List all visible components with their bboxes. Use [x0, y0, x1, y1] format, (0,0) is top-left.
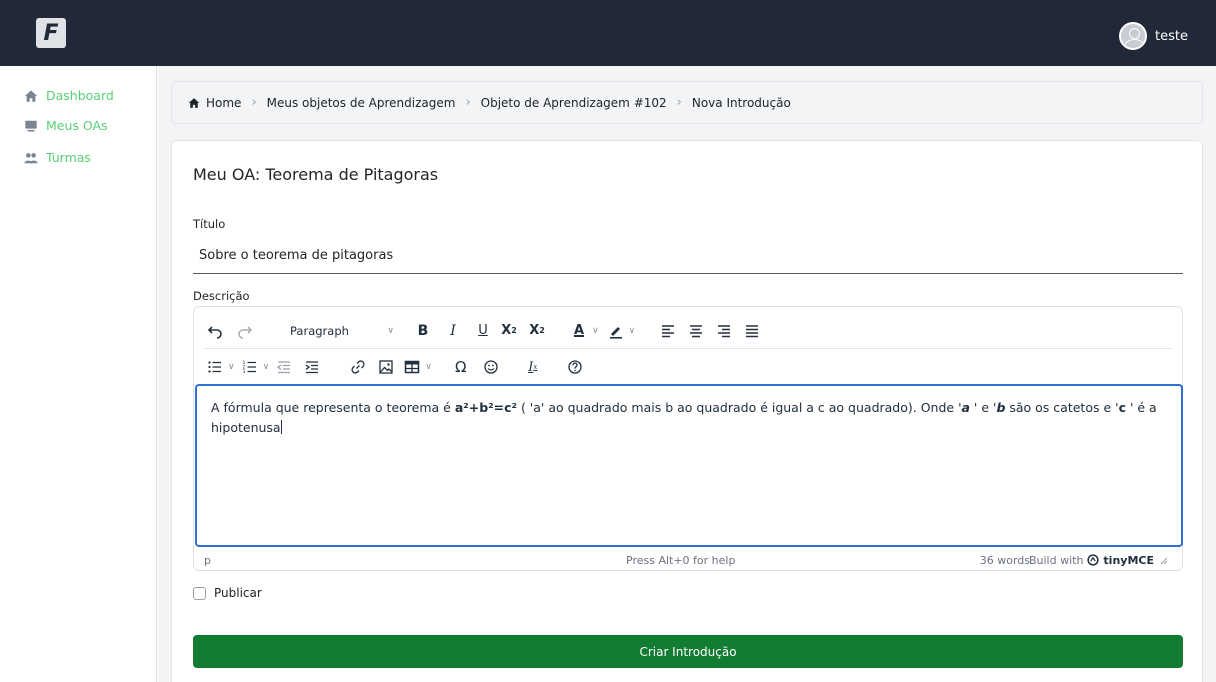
content-text: ( 'a' ao quadrado mais b ao quadrado é i… — [516, 400, 962, 415]
outdent-icon[interactable] — [273, 356, 295, 378]
breadcrumb-item-current: Nova Introdução — [691, 95, 791, 110]
redo-icon[interactable] — [234, 320, 256, 342]
text-color-icon[interactable]: A — [568, 320, 590, 342]
sidebar-item-label: Meus OAs — [46, 118, 108, 133]
underline-icon[interactable]: U — [472, 320, 494, 342]
superscript-icon[interactable]: X2 — [498, 320, 520, 342]
content-var-a: a — [961, 400, 970, 415]
text-cursor — [280, 420, 282, 434]
emoji-icon[interactable] — [480, 356, 502, 378]
clear-formatting-icon[interactable]: Ix — [522, 356, 544, 378]
align-left-icon[interactable] — [657, 320, 679, 342]
main-content: Home › Meus objetos de Aprendizagem › Ob… — [158, 66, 1216, 682]
breadcrumb-item-objeto[interactable]: Objeto de Aprendizagem #102 — [481, 96, 667, 110]
monitor-icon — [25, 120, 37, 132]
align-right-icon[interactable] — [713, 320, 735, 342]
logo-letter: F — [43, 20, 59, 46]
content-text: são os catetos e ' — [1005, 400, 1119, 415]
titulo-input[interactable] — [193, 238, 1183, 274]
element-path[interactable]: p — [204, 554, 211, 567]
tinymce-branding[interactable]: Build with tinyMCE — [1029, 554, 1168, 567]
block-format-select[interactable]: Paragraph ∨ — [286, 320, 398, 342]
breadcrumb: Home › Meus objetos de Aprendizagem › Ob… — [171, 81, 1203, 124]
brand-prefix: Build with — [1028, 553, 1084, 567]
sidebar-item-turmas[interactable]: Turmas — [24, 150, 91, 165]
chevron-down-icon[interactable]: ∨ — [425, 362, 432, 372]
users-icon — [24, 152, 38, 163]
chevron-right-icon: › — [676, 95, 682, 110]
form-card: Meu OA: Teorema de Pitagoras Título Desc… — [171, 140, 1203, 682]
align-center-icon[interactable] — [685, 320, 707, 342]
link-icon[interactable] — [347, 356, 369, 378]
chevron-down-icon: ∨ — [387, 325, 394, 336]
undo-icon[interactable] — [204, 320, 226, 342]
app-logo[interactable]: F — [36, 18, 66, 48]
content-text: A fórmula que representa o teorema é — [211, 400, 455, 415]
align-justify-icon[interactable] — [741, 320, 763, 342]
editor-toolbar-row-1: Paragraph ∨ B I U X2 X2 A ∨ ∨ — [204, 313, 1172, 349]
subscript-icon[interactable]: X2 — [526, 320, 548, 342]
publicar-label[interactable]: Publicar — [214, 586, 262, 600]
content-text: ' e ' — [969, 400, 997, 415]
chevron-down-icon[interactable]: ∨ — [228, 362, 235, 372]
chevron-down-icon[interactable]: ∨ — [592, 326, 599, 336]
publicar-checkbox[interactable] — [193, 586, 206, 600]
indent-icon[interactable] — [301, 356, 323, 378]
sidebar-item-label: Turmas — [46, 150, 91, 165]
image-icon[interactable] — [375, 356, 397, 378]
avatar[interactable] — [1119, 22, 1148, 50]
criar-introducao-button[interactable]: Criar Introdução — [193, 635, 1183, 668]
user-menu[interactable]: teste — [1119, 22, 1188, 50]
bold-icon[interactable]: B — [412, 320, 434, 342]
sidebar-item-label: Dashboard — [46, 88, 114, 103]
sidebar-item-meus-oas[interactable]: Meus OAs — [24, 118, 108, 133]
highlight-color-icon[interactable] — [605, 320, 627, 342]
editor-statusbar: p Press Alt+0 for help 36 words Build wi… — [194, 550, 1182, 570]
tinymce-logo-icon — [1087, 554, 1100, 566]
bullet-list-icon[interactable] — [204, 356, 226, 378]
italic-icon[interactable]: I — [442, 320, 464, 342]
content-var-c: c — [1118, 400, 1126, 415]
content-formula: a²+b²=c² — [454, 400, 517, 415]
publicar-option[interactable]: Publicar — [193, 586, 262, 600]
sidebar-item-dashboard[interactable]: Dashboard — [24, 88, 114, 103]
editor-toolbar-row-2: ∨ 123 ∨ ∨ Ω Ix — [204, 349, 1172, 385]
titulo-label: Título — [193, 217, 226, 231]
home-icon — [24, 89, 38, 102]
editor-content-area[interactable]: A fórmula que representa o teorema é a²+… — [195, 384, 1183, 547]
svg-text:3: 3 — [242, 369, 245, 375]
rich-text-editor: Paragraph ∨ B I U X2 X2 A ∨ ∨ ∨ 1 2 3 ∨ … — [193, 306, 1183, 571]
block-format-value: Paragraph — [290, 323, 349, 338]
breadcrumb-item-meus-objetos[interactable]: Meus objetos de Aprendizagem — [267, 96, 456, 110]
chevron-down-icon[interactable]: ∨ — [629, 326, 636, 336]
home-icon — [188, 97, 200, 108]
resize-handle-icon[interactable] — [1158, 555, 1168, 565]
top-navbar: F teste — [0, 0, 1216, 66]
chevron-right-icon: › — [465, 95, 471, 110]
special-character-icon[interactable]: Ω — [450, 356, 472, 378]
numbered-list-icon[interactable]: 123 — [239, 356, 261, 378]
user-name[interactable]: teste — [1155, 29, 1188, 44]
table-icon[interactable] — [401, 356, 423, 378]
descricao-label: Descrição — [193, 289, 250, 303]
sidebar: Dashboard Meus OAs Turmas — [0, 66, 157, 682]
word-count[interactable]: 36 words — [980, 554, 1030, 567]
help-hint: Press Alt+0 for help — [626, 553, 736, 567]
help-icon[interactable] — [564, 356, 586, 378]
breadcrumb-item-home[interactable]: Home — [206, 96, 241, 110]
chevron-right-icon: › — [251, 95, 257, 110]
chevron-down-icon[interactable]: ∨ — [263, 362, 270, 372]
page-title: Meu OA: Teorema de Pitagoras — [193, 165, 439, 184]
brand-name: tinyMCE — [1103, 553, 1154, 567]
